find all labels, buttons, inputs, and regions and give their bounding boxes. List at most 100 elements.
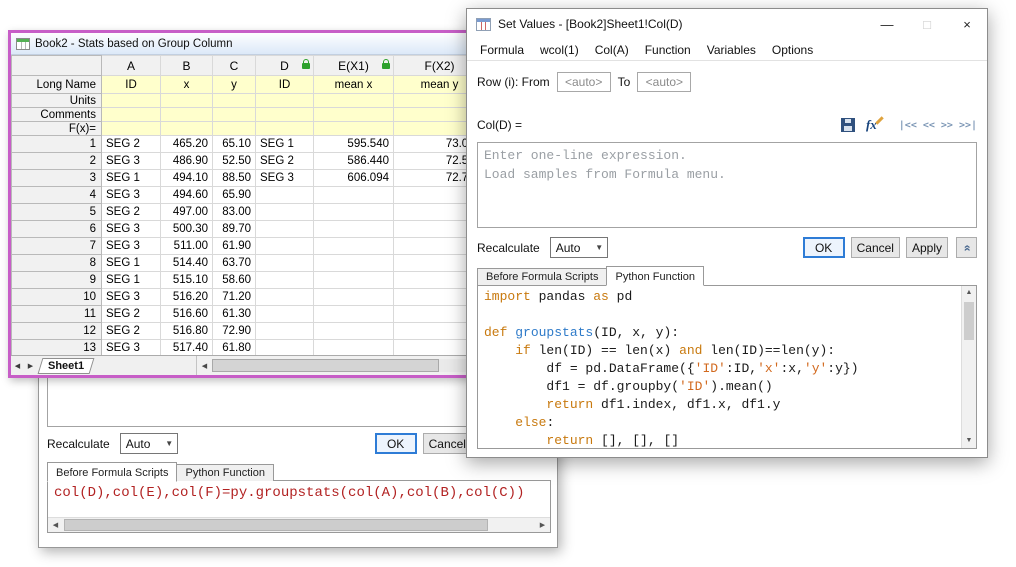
worksheet-cell[interactable] (314, 187, 394, 204)
row-header-units[interactable]: Units (12, 94, 102, 108)
tab-before-formula-scripts[interactable]: Before Formula Scripts (47, 462, 177, 482)
worksheet-cell[interactable]: 494.60 (161, 187, 213, 204)
worksheet-cell[interactable]: ID (102, 76, 161, 94)
column-nav-button-0[interactable]: |<< (899, 120, 917, 131)
worksheet-cell[interactable]: SEG 2 (256, 153, 314, 170)
worksheet-cell[interactable] (213, 122, 256, 136)
worksheet-cell[interactable]: SEG 2 (102, 136, 161, 153)
worksheet-cell[interactable]: SEG 3 (102, 289, 161, 306)
worksheet-cell[interactable]: SEG 1 (102, 272, 161, 289)
worksheet-cell[interactable] (256, 272, 314, 289)
worksheet-cell[interactable]: 61.90 (213, 238, 256, 255)
tab-next-icon[interactable]: ▶ (24, 362, 37, 370)
worksheet-cell[interactable]: 494.10 (161, 170, 213, 187)
worksheet-cell[interactable] (314, 272, 394, 289)
before-formula-script-editor[interactable]: col(D),col(E),col(F)=py.groupstats(col(A… (47, 480, 551, 533)
column-nav-button-1[interactable]: << (923, 120, 935, 131)
worksheet-cell[interactable] (314, 108, 394, 122)
worksheet-cell[interactable]: 89.70 (213, 221, 256, 238)
scroll-left-icon[interactable]: ◀ (197, 362, 212, 370)
menu-item-formula[interactable]: Formula (472, 43, 532, 57)
scroll-down-icon[interactable]: ▼ (962, 434, 976, 448)
collapse-button[interactable]: » (956, 237, 977, 258)
worksheet-cell[interactable]: SEG 2 (102, 204, 161, 221)
worksheet-cell[interactable] (102, 122, 161, 136)
recalculate-dropdown[interactable]: Auto ▼ (120, 433, 178, 454)
worksheet-cell[interactable] (102, 108, 161, 122)
row-header-3[interactable]: 3 (12, 170, 102, 187)
worksheet-cell[interactable]: 52.50 (213, 153, 256, 170)
worksheet-cell[interactable]: 71.20 (213, 289, 256, 306)
fx-edit-icon[interactable]: fx (866, 117, 877, 133)
row-header-1[interactable]: 1 (12, 136, 102, 153)
worksheet-cell[interactable]: 72.90 (213, 323, 256, 340)
row-header-11[interactable]: 11 (12, 306, 102, 323)
worksheet-cell[interactable]: 65.10 (213, 136, 256, 153)
worksheet-cell[interactable]: ID (256, 76, 314, 94)
row-header-long-name[interactable]: Long Name (12, 76, 102, 94)
row-header-13[interactable]: 13 (12, 340, 102, 356)
worksheet-cell[interactable] (102, 94, 161, 108)
cancel-button[interactable]: Cancel (851, 237, 900, 258)
scroll-up-icon[interactable]: ▲ (962, 286, 976, 300)
dialog-titlebar[interactable]: Set Values - [Book2]Sheet1!Col(D) — □ × (467, 9, 987, 39)
worksheet-cell[interactable] (256, 221, 314, 238)
worksheet-cell[interactable]: SEG 3 (102, 340, 161, 356)
scroll-right-icon[interactable]: ▶ (535, 518, 550, 532)
worksheet-cell[interactable] (256, 122, 314, 136)
row-to-input[interactable]: <auto> (637, 72, 691, 92)
worksheet-cell[interactable] (161, 94, 213, 108)
column-nav-button-3[interactable]: >>| (959, 120, 977, 131)
column-nav-button-2[interactable]: >> (941, 120, 953, 131)
worksheet-cell[interactable] (256, 94, 314, 108)
row-header-10[interactable]: 10 (12, 289, 102, 306)
worksheet-cell[interactable]: 514.40 (161, 255, 213, 272)
row-header-2[interactable]: 2 (12, 153, 102, 170)
row-from-input[interactable]: <auto> (557, 72, 611, 92)
worksheet-cell[interactable]: 61.30 (213, 306, 256, 323)
worksheet-cell[interactable]: 516.80 (161, 323, 213, 340)
worksheet-corner[interactable] (12, 56, 102, 76)
worksheet-cell[interactable] (256, 108, 314, 122)
worksheet-horizontal-scrollbar[interactable]: ◀ ▶ (196, 356, 485, 375)
worksheet-cell[interactable]: 500.30 (161, 221, 213, 238)
python-code-editor[interactable]: import pandas as pd def groupstats(ID, x… (477, 285, 977, 449)
worksheet-cell[interactable] (256, 340, 314, 356)
horizontal-scrollbar[interactable]: ◀ ▶ (48, 517, 550, 532)
menu-item-options[interactable]: Options (764, 43, 821, 57)
scrollbar-track[interactable] (212, 359, 470, 372)
worksheet-cell[interactable]: SEG 2 (102, 306, 161, 323)
worksheet-cell[interactable]: mean x (314, 76, 394, 94)
worksheet-cell[interactable] (314, 204, 394, 221)
menu-item-variables[interactable]: Variables (699, 43, 764, 57)
column-header-b[interactable]: B (161, 56, 213, 76)
ok-button[interactable]: OK (375, 433, 417, 454)
sheet-tab-sheet1[interactable]: Sheet1 (38, 358, 95, 374)
worksheet-cell[interactable] (213, 108, 256, 122)
close-button[interactable]: × (947, 9, 987, 39)
tab-python-function[interactable]: Python Function (176, 464, 274, 481)
row-header-9[interactable]: 9 (12, 272, 102, 289)
worksheet-cell[interactable] (314, 94, 394, 108)
menu-item-col-a[interactable]: Col(A) (587, 43, 637, 57)
worksheet-cell[interactable]: 516.60 (161, 306, 213, 323)
worksheet-cell[interactable]: 88.50 (213, 170, 256, 187)
vertical-scrollbar[interactable]: ▲ ▼ (961, 286, 976, 448)
worksheet-cell[interactable]: 515.10 (161, 272, 213, 289)
worksheet-cell[interactable]: 61.80 (213, 340, 256, 356)
worksheet-cell[interactable]: 465.20 (161, 136, 213, 153)
worksheet-cell[interactable]: SEG 3 (102, 187, 161, 204)
worksheet-cell[interactable]: SEG 2 (102, 323, 161, 340)
scrollbar-thumb[interactable] (212, 359, 439, 372)
scrollbar-thumb[interactable] (964, 302, 974, 340)
row-header-12[interactable]: 12 (12, 323, 102, 340)
save-icon[interactable] (841, 118, 855, 132)
worksheet-cell[interactable]: 517.40 (161, 340, 213, 356)
column-header-c[interactable]: C (213, 56, 256, 76)
worksheet-cell[interactable]: y (213, 76, 256, 94)
column-header-a[interactable]: A (102, 56, 161, 76)
worksheet-cell[interactable]: SEG 3 (102, 221, 161, 238)
worksheet-cell[interactable] (256, 187, 314, 204)
worksheet-cell[interactable]: SEG 3 (102, 238, 161, 255)
worksheet-cell[interactable]: SEG 3 (102, 153, 161, 170)
